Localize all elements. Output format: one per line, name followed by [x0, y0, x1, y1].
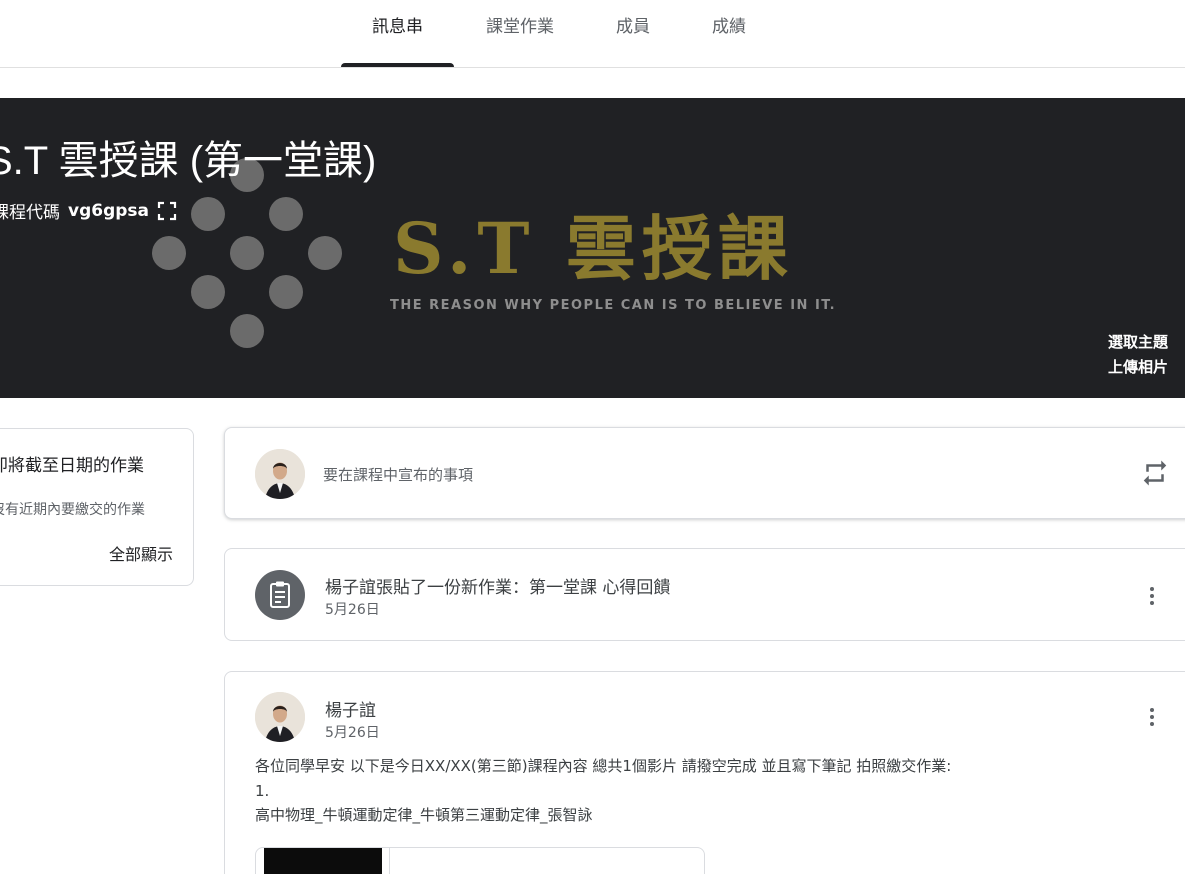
tab-stream[interactable]: 訊息串 [341, 0, 454, 67]
class-code-row: 課程代碼 vg6gpsa [0, 198, 177, 223]
author-avatar [255, 692, 305, 742]
select-theme-link[interactable]: 選取主題 [1108, 331, 1168, 352]
user-avatar [255, 449, 305, 499]
tab-people[interactable]: 成員 [598, 0, 668, 67]
more-vert-icon[interactable] [1140, 705, 1164, 729]
view-all-link[interactable]: 全部顯示 [109, 541, 173, 565]
repost-icon[interactable] [1140, 458, 1170, 488]
tab-grades-label: 成績 [712, 17, 746, 37]
active-tab-indicator [341, 63, 454, 67]
post-body-line: 高中物理_牛頓運動定律_牛頓第三運動定律_張智詠 [255, 806, 593, 824]
class-banner: S.T 雲授課 THE REASON WHY PEOPLE CAN IS TO … [0, 98, 1185, 398]
assignment-post-title[interactable]: 楊子誼張貼了一份新作業：第一堂課 心得回饋 [325, 573, 670, 598]
announce-box[interactable]: 要在課程中宣布的事項 [224, 427, 1185, 519]
upload-photo-link[interactable]: 上傳相片 [1108, 356, 1168, 377]
announce-placeholder[interactable]: 要在課程中宣布的事項 [323, 464, 473, 485]
banner-logo-tagline: THE REASON WHY PEOPLE CAN IS TO BELIEVE … [390, 298, 837, 313]
post-author: 楊子誼 [325, 701, 376, 721]
tab-stream-label: 訊息串 [372, 17, 423, 37]
upcoming-work-panel: 即將截至日期的作業 沒有近期內要繳交的作業 全部顯示 [0, 428, 194, 586]
clipboard-icon [255, 570, 305, 620]
tab-classwork-label: 課堂作業 [486, 17, 554, 37]
tab-classwork[interactable]: 課堂作業 [470, 0, 570, 67]
video-thumbnail [264, 848, 382, 874]
assignment-post[interactable]: 楊子誼張貼了一份新作業：第一堂課 心得回饋 5月26日 [224, 548, 1185, 641]
expand-icon[interactable] [157, 201, 177, 221]
post-body-line: 各位同學早安 以下是今日XX/XX(第三節)課程內容 總共1個影片 請撥空完成 … [255, 757, 952, 775]
post-body-line: 1. [255, 781, 270, 800]
tab-grades[interactable]: 成績 [694, 0, 764, 67]
video-attachment[interactable] [255, 847, 705, 874]
announcement-post: 楊子誼 5月26日 各位同學早安 以下是今日XX/XX(第三節)課程內容 總共1… [224, 671, 1185, 874]
tab-people-label: 成員 [616, 17, 650, 37]
banner-logo-dots [150, 158, 345, 353]
top-tab-bar: 訊息串 課堂作業 成員 成績 [0, 0, 1185, 68]
upcoming-title: 即將截至日期的作業 [0, 456, 144, 476]
class-code-label: 課程代碼 [0, 203, 60, 223]
upcoming-empty-text: 沒有近期內要繳交的作業 [0, 502, 145, 518]
more-vert-icon[interactable] [1140, 584, 1164, 608]
class-code-value: vg6gpsa [68, 200, 150, 221]
post-body: 各位同學早安 以下是今日XX/XX(第三節)課程內容 總共1個影片 請撥空完成 … [255, 754, 951, 828]
class-title: S.T 雲授課 (第一堂課) [0, 139, 377, 183]
post-date: 5月26日 [325, 725, 380, 741]
assignment-post-date: 5月26日 [325, 602, 380, 618]
attachment-divider [389, 848, 390, 874]
banner-logo-text: S.T 雲授課 [393, 207, 794, 290]
